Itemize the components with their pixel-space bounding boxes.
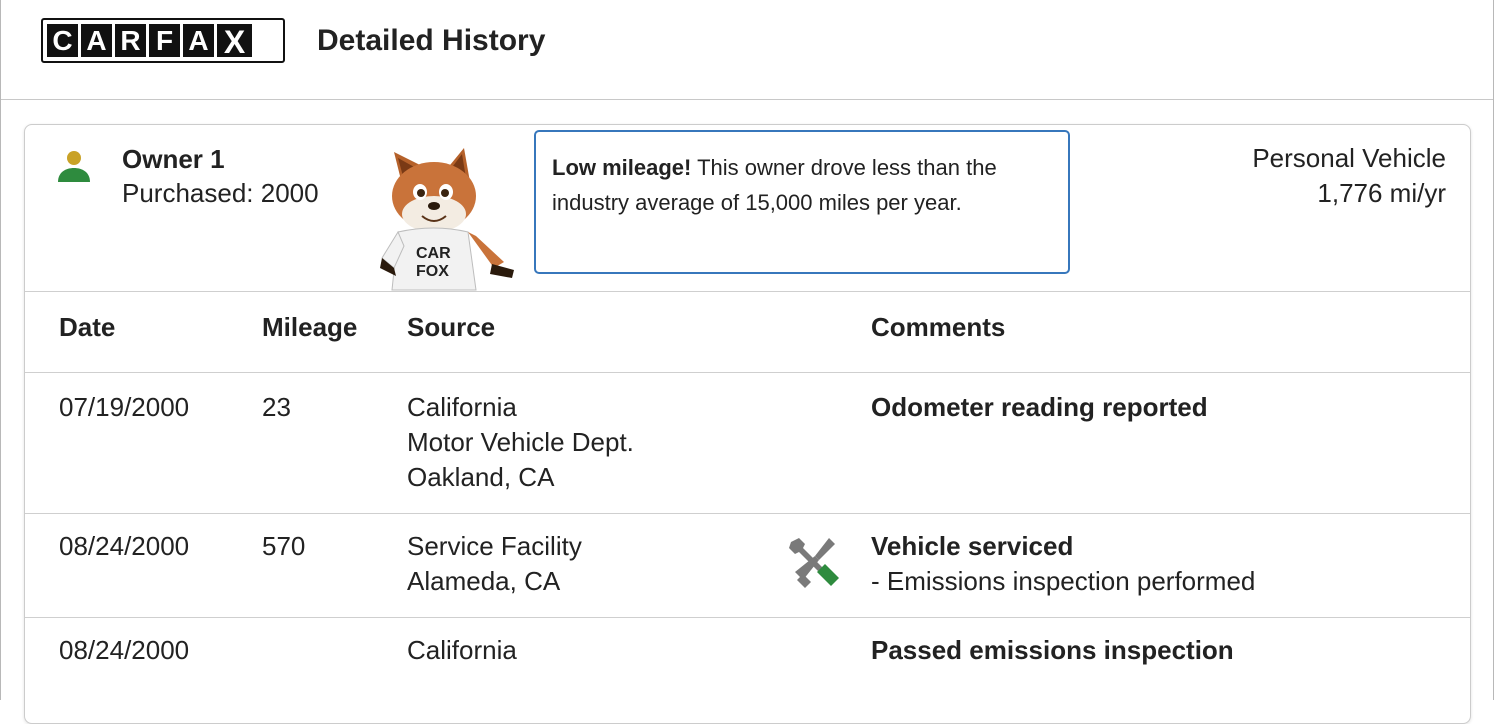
mascot-shirt-text: FOX xyxy=(416,263,449,280)
row-source: California xyxy=(407,633,517,668)
source-line: Motor Vehicle Dept. xyxy=(407,427,634,457)
callout-highlight: Low mileage! xyxy=(552,155,692,180)
source-line: Alameda, CA xyxy=(407,566,561,596)
carfax-logo: C A R F A X xyxy=(41,18,285,63)
row-date: 07/19/2000 xyxy=(59,392,190,422)
source-line: Service Facility xyxy=(407,531,582,561)
table-row: 08/24/2000 570 Service Facility Alameda,… xyxy=(25,514,1470,618)
source-line: California xyxy=(407,635,517,665)
logo-letter: F xyxy=(149,24,180,57)
column-header-mileage: Mileage xyxy=(262,312,358,342)
comment-detail: - Emissions inspection performed xyxy=(871,566,1256,596)
row-source: California Motor Vehicle Dept. Oakland, … xyxy=(407,390,634,495)
source-line: California xyxy=(407,392,517,422)
carfox-mascot-icon: CAR FOX xyxy=(380,148,514,291)
row-comments: Odometer reading reported xyxy=(871,390,1208,425)
history-table-header: Date Mileage Source Comments xyxy=(25,292,1470,373)
row-mileage: 570 xyxy=(262,531,306,561)
owner-name: Owner 1 xyxy=(122,144,225,174)
logo-letter: R xyxy=(115,24,146,57)
row-comments: Vehicle serviced - Emissions inspection … xyxy=(871,529,1255,599)
annual-mileage: 1,776 mi/yr xyxy=(1317,178,1446,208)
logo-letter: C xyxy=(47,24,78,57)
row-source: Service Facility Alameda, CA xyxy=(407,529,582,599)
row-date: 08/24/2000 xyxy=(59,635,190,665)
comment-title: Odometer reading reported xyxy=(871,392,1208,422)
table-row: 07/19/2000 23 California Motor Vehicle D… xyxy=(25,373,1470,514)
person-icon xyxy=(58,151,90,182)
row-date: 08/24/2000 xyxy=(59,531,190,561)
table-row: 08/24/2000 California Passed emissions i… xyxy=(25,618,1470,708)
logo-letter: A xyxy=(183,24,214,57)
wrench-screwdriver-icon xyxy=(789,538,839,588)
mascot-shirt-text: CAR xyxy=(416,245,451,262)
report-header: C A R F A X Detailed History xyxy=(1,0,1493,100)
column-header-date: Date xyxy=(59,312,116,342)
logo-letter: X xyxy=(217,24,252,58)
page-title: Detailed History xyxy=(317,24,546,57)
column-header-source: Source xyxy=(407,312,496,342)
comment-title: Passed emissions inspection xyxy=(871,635,1234,665)
row-comments: Passed emissions inspection xyxy=(871,633,1234,668)
comment-title: Vehicle serviced xyxy=(871,531,1074,561)
logo-letter: A xyxy=(81,24,112,57)
owner-purchased-year: Purchased: 2000 xyxy=(122,178,319,208)
low-mileage-callout: Low mileage! This owner drove less than … xyxy=(534,130,1070,274)
row-mileage: 23 xyxy=(262,392,291,422)
source-line: Oakland, CA xyxy=(407,462,555,492)
vehicle-type: Personal Vehicle xyxy=(1252,143,1446,173)
column-header-comments: Comments xyxy=(871,312,1006,342)
